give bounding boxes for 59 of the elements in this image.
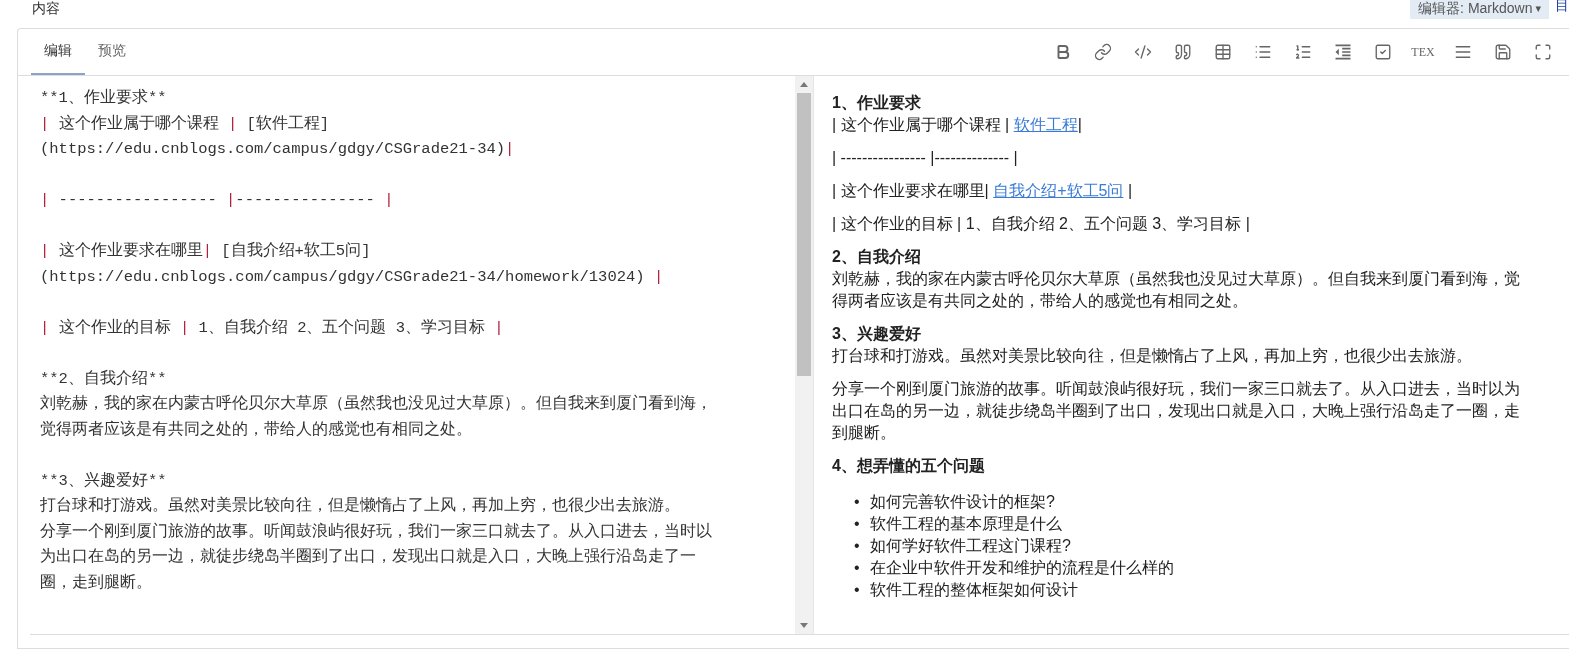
list-item: 如何学好软件工程这门课程? [870,536,1071,556]
table-text: | [1126,182,1133,199]
bullet: • [854,536,860,556]
save-icon [1494,43,1512,61]
source-line: (https://edu.cnblogs.com/campus/gdgy/CSGrade21-34/homework/13024) | [40,266,665,288]
link-icon [1094,43,1112,61]
preview-paragraph: 分享一个刚到厦门旅游的故事。听闻鼓浪屿很好玩，我们一家三口就去了。从入口进去，当时以为出口在岛的另一边，就徒步绕岛半圈到了出口，发现出口就是入口，大晚上强行沿岛走了一圈，走到腿断。 [832,379,1521,443]
source-line: 圈，走到腿断。 [40,572,153,594]
source-line: 为出口在岛的另一边，就徒步绕岛半圈到了出口，发现出口就是入口，大晚上强行沿岛走了一 [40,546,697,568]
code-icon [1134,43,1152,61]
table-text: | 这个作业要求在哪里| [832,182,990,199]
table-text: | 这个作业的目标 | 1、自我介绍 2、五个问题 3、学习目标 | [832,215,1250,232]
outdent-icon [1333,42,1353,62]
toc-link[interactable]: 目 [1555,0,1569,12]
editor-dropdown[interactable]: 编辑器: Markdown ▾ [1410,0,1549,19]
task-icon [1374,43,1392,61]
source-line: 分享一个刚到厦门旅游的故事。听闻鼓浪屿很好玩，我们一家三口就去了。从入口进去，当时以 [40,521,713,543]
source-line: 觉得两者应该是有共同之处的，带给人的感觉也有相同之处。 [40,419,473,441]
source-line: | 这个作业要求在哪里| [自我介绍+软工5问] [40,240,372,262]
fullscreen-icon [1534,43,1552,61]
list-item: 在企业中软件开发和维护的流程是什么样的 [870,558,1174,578]
tex-button[interactable]: TEX [1411,40,1435,64]
source-line: **2、自我介绍** [40,368,168,390]
numbers-icon [1294,43,1312,61]
table-text: | ---------------- |-------------- | [832,149,1018,166]
preview-link[interactable]: 软件工程 [1013,116,1078,133]
quote-icon [1174,43,1192,61]
bullets-icon [1254,43,1272,61]
justify-icon [1454,43,1472,61]
source-line: **3、兴趣爱好** [40,470,168,492]
preview-heading: 1、作业要求 [832,93,922,113]
preview-heading: 3、兴趣爱好 [832,324,922,344]
bullet: • [854,492,860,512]
table-text: | [1077,116,1082,133]
preview-link[interactable]: 自我介绍+软工5问 [993,182,1124,199]
source-line: | 这个作业的目标 | 1、自我介绍 2、五个问题 3、学习目标 | [40,317,505,339]
table-text: | 这个作业属于哪个课程 | [832,116,1011,133]
preview-paragraph: 刘乾赫，我的家在内蒙古呼伦贝尔大草原（虽然我也没见过大草原）。但自我来到厦门看到海，觉得两者应该是有共同之处的，带给人的感觉也有相同之处。 [832,269,1521,311]
source-line: | ----------------- |--------------- | [40,190,395,211]
bullet: • [854,514,860,534]
preview-heading: 4、想弄懂的五个问题 [832,456,986,476]
preview-paragraph: 打台球和打游戏。虽然对美景比较向往，但是懒惰占了上风，再加上穷，也很少出去旅游。 [832,346,1473,366]
list-item: 如何完善软件设计的框架? [870,492,1055,512]
tab[interactable]: 预览 [85,29,139,75]
preview-heading: 2、自我介绍 [832,247,922,267]
bullet: • [854,558,860,578]
source-line: 打台球和打游戏。虽然对美景比较向往，但是懒惰占了上风，再加上穷，也很少出去旅游。 [40,495,681,517]
table-icon [1214,43,1232,61]
source-line: 刘乾赫，我的家在内蒙古呼伦贝尔大草原（虽然我也没见过大草原）。但自我来到厦门看到海， [40,393,713,415]
scroll-thumb[interactable] [797,93,811,376]
list-item: 软件工程的整体框架如何设计 [870,580,1078,600]
tab[interactable]: 编辑 [31,29,85,75]
source-line: (https://edu.cnblogs.com/campus/gdgy/CSGrade21-34)| [40,139,516,160]
bullet: • [854,580,860,600]
source-line: | 这个作业属于哪个课程 | [软件工程] [40,113,331,135]
field-label: 内容 [32,0,60,16]
scrollbar[interactable] [795,76,813,634]
source-line: **1、作业要求** [40,87,168,109]
list-item: 软件工程的基本原理是什么 [870,514,1062,534]
